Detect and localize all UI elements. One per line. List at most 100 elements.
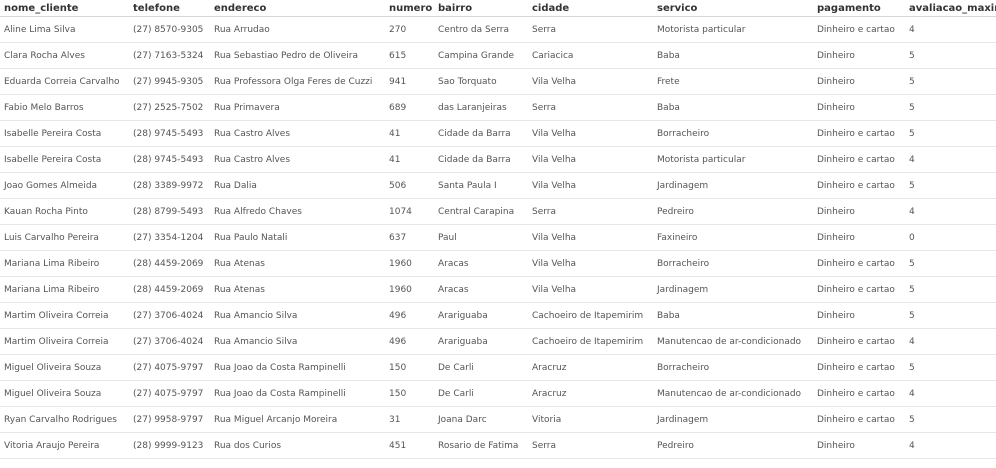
cell-numero: 31 bbox=[385, 406, 434, 433]
table-row[interactable]: Joao Gomes Almeida (28) 3389-9972 Rua Dali… bbox=[0, 172, 996, 199]
cell-nome-cliente: Joao Gomes Almeida bbox=[0, 172, 129, 199]
cell-cidade: Serra bbox=[528, 198, 653, 225]
cell-pagamento: Dinheiro bbox=[813, 198, 905, 225]
cell-numero: 689 bbox=[385, 94, 434, 121]
cell-cidade: Serra bbox=[528, 94, 653, 121]
table-row[interactable]: Isabelle Pereira Costa (28) 9745-5493 Rua … bbox=[0, 120, 996, 147]
table-row[interactable]: Clara Rocha Alves (27) 7163-5324 Rua Sebas… bbox=[0, 42, 996, 69]
cell-avaliacao-maxima: 5 bbox=[905, 94, 996, 121]
cell-endereco: Rua Miguel Arcanjo Moreira bbox=[210, 406, 385, 433]
cell-bairro: Centro da Serra bbox=[434, 16, 528, 43]
cell-endereco: Rua Sebastiao Pedro de Oliveira bbox=[210, 42, 385, 69]
table-row[interactable]: Aline Lima Silva (27) 8570-9305 Rua Arruda… bbox=[0, 16, 996, 43]
cell-nome-cliente: Ryan Carvalho Rodrigues bbox=[0, 406, 129, 433]
cell-avaliacao-maxima: 0 bbox=[905, 224, 996, 251]
cell-endereco: Rua Dalia bbox=[210, 172, 385, 199]
cell-pagamento: Dinheiro bbox=[813, 68, 905, 95]
cell-avaliacao-maxima: 4 bbox=[905, 380, 996, 407]
cell-servico: Jardinagem bbox=[653, 172, 813, 199]
cell-servico: Motorista particular bbox=[653, 16, 813, 43]
cell-pagamento: Dinheiro e cartao bbox=[813, 120, 905, 147]
table-row[interactable]: Miguel Oliveira Souza (27) 4075-9797 Rua J… bbox=[0, 380, 996, 407]
table-row[interactable]: Ryan Carvalho Rodrigues (27) 9958-9797 Rua… bbox=[0, 406, 996, 433]
cell-avaliacao-maxima: 4 bbox=[905, 432, 996, 459]
table-row[interactable]: Martim Oliveira Correia (27) 3706-4024 Rua… bbox=[0, 302, 996, 329]
cell-endereco: Rua Amancio Silva bbox=[210, 328, 385, 355]
cell-cidade: Aracruz bbox=[528, 380, 653, 407]
cell-telefone: (27) 3706-4024 bbox=[129, 328, 210, 355]
cell-servico: Pedreiro bbox=[653, 198, 813, 225]
cell-endereco: Rua Atenas bbox=[210, 250, 385, 277]
table-row[interactable]: Kauan Rocha Pinto (28) 8799-5493 Rua Alfre… bbox=[0, 198, 996, 225]
cell-servico: Borracheiro bbox=[653, 250, 813, 277]
cell-pagamento: Dinheiro e cartao bbox=[813, 406, 905, 433]
table-row[interactable]: Vitoria Araujo Pereira (28) 9999-9123 Rua … bbox=[0, 432, 996, 459]
cell-nome-cliente: Aline Lima Silva bbox=[0, 16, 129, 43]
table-row[interactable]: Martim Oliveira Correia (27) 3706-4024 Rua… bbox=[0, 328, 996, 355]
cell-cidade: Vila Velha bbox=[528, 224, 653, 251]
cell-avaliacao-maxima: 5 bbox=[905, 302, 996, 329]
table-row[interactable]: Eduarda Correia Carvalho (27) 9945-9305 Ru… bbox=[0, 68, 996, 95]
cell-endereco: Rua Castro Alves bbox=[210, 146, 385, 173]
cell-nome-cliente: Miguel Oliveira Souza bbox=[0, 380, 129, 407]
table-row[interactable]: Luis Carvalho Pereira (27) 3354-1204 Rua P… bbox=[0, 224, 996, 251]
table-row[interactable]: Isabelle Pereira Costa (28) 9745-5493 Rua … bbox=[0, 146, 996, 173]
cell-telefone: (28) 8799-5493 bbox=[129, 198, 210, 225]
cell-cidade: Cachoeiro de Itapemirim bbox=[528, 302, 653, 329]
cell-avaliacao-maxima: 5 bbox=[905, 172, 996, 199]
cell-pagamento: Dinheiro e cartao bbox=[813, 276, 905, 303]
cell-cidade: Vila Velha bbox=[528, 68, 653, 95]
cell-nome-cliente: Vitoria Araujo Pereira bbox=[0, 432, 129, 459]
cell-cidade: Vitoria bbox=[528, 406, 653, 433]
cell-servico: Borracheiro bbox=[653, 120, 813, 147]
table-row[interactable]: Mariana Lima Ribeiro (28) 4459-2069 Rua At… bbox=[0, 250, 996, 277]
cell-cidade: Cariacica bbox=[528, 42, 653, 69]
cell-endereco: Rua dos Curios bbox=[210, 432, 385, 459]
cell-bairro: Aracas bbox=[434, 250, 528, 277]
cell-telefone: (27) 4075-9797 bbox=[129, 354, 210, 381]
cell-servico: Borracheiro bbox=[653, 354, 813, 381]
cell-endereco: Rua Atenas bbox=[210, 276, 385, 303]
cell-bairro: Central Carapina bbox=[434, 198, 528, 225]
cell-servico: Baba bbox=[653, 42, 813, 69]
cell-telefone: (28) 3389-9972 bbox=[129, 172, 210, 199]
column-header-nome-cliente[interactable]: nome_cliente bbox=[0, 0, 129, 17]
cell-avaliacao-maxima: 4 bbox=[905, 16, 996, 43]
cell-cidade: Vila Velha bbox=[528, 120, 653, 147]
table-row[interactable]: Mariana Lima Ribeiro (28) 4459-2069 Rua At… bbox=[0, 276, 996, 303]
column-header-cidade[interactable]: cidade bbox=[528, 0, 653, 17]
cell-numero: 496 bbox=[385, 328, 434, 355]
cell-numero: 270 bbox=[385, 16, 434, 43]
cell-telefone: (27) 4075-9797 bbox=[129, 380, 210, 407]
cell-nome-cliente: Isabelle Pereira Costa bbox=[0, 120, 129, 147]
cell-bairro: Aracas bbox=[434, 276, 528, 303]
cell-numero: 506 bbox=[385, 172, 434, 199]
cell-bairro: De Carli bbox=[434, 354, 528, 381]
table-row[interactable]: Fabio Melo Barros (27) 2525-7502 Rua Prima… bbox=[0, 94, 996, 121]
cell-bairro: Rosario de Fatima bbox=[434, 432, 528, 459]
column-header-pagamento[interactable]: pagamento bbox=[813, 0, 905, 17]
cell-telefone: (27) 2525-7502 bbox=[129, 94, 210, 121]
cell-telefone: (28) 9745-5493 bbox=[129, 146, 210, 173]
cell-nome-cliente: Mariana Lima Ribeiro bbox=[0, 276, 129, 303]
cell-telefone: (28) 4459-2069 bbox=[129, 250, 210, 277]
cell-bairro: das Laranjeiras bbox=[434, 94, 528, 121]
cell-nome-cliente: Martim Oliveira Correia bbox=[0, 328, 129, 355]
cell-bairro: Joana Darc bbox=[434, 406, 528, 433]
cell-telefone: (27) 8570-9305 bbox=[129, 16, 210, 43]
cell-telefone: (28) 9999-9123 bbox=[129, 432, 210, 459]
column-header-telefone[interactable]: telefone bbox=[129, 0, 210, 17]
column-header-numero[interactable]: numero bbox=[385, 0, 434, 17]
column-header-bairro[interactable]: bairro bbox=[434, 0, 528, 17]
column-header-servico[interactable]: servico bbox=[653, 0, 813, 17]
cell-endereco: Rua Professora Olga Feres de Cuzzi bbox=[210, 68, 385, 95]
cell-avaliacao-maxima: 5 bbox=[905, 354, 996, 381]
column-header-endereco[interactable]: endereco bbox=[210, 0, 385, 17]
cell-servico: Motorista particular bbox=[653, 146, 813, 173]
cell-numero: 941 bbox=[385, 68, 434, 95]
cell-nome-cliente: Luis Carvalho Pereira bbox=[0, 224, 129, 251]
cell-endereco: Rua Joao da Costa Rampinelli bbox=[210, 354, 385, 381]
cell-endereco: Rua Arrudao bbox=[210, 16, 385, 43]
table-row[interactable]: Miguel Oliveira Souza (27) 4075-9797 Rua J… bbox=[0, 354, 996, 381]
column-header-avaliacao-maxima[interactable]: avaliacao_maxima bbox=[905, 0, 996, 17]
